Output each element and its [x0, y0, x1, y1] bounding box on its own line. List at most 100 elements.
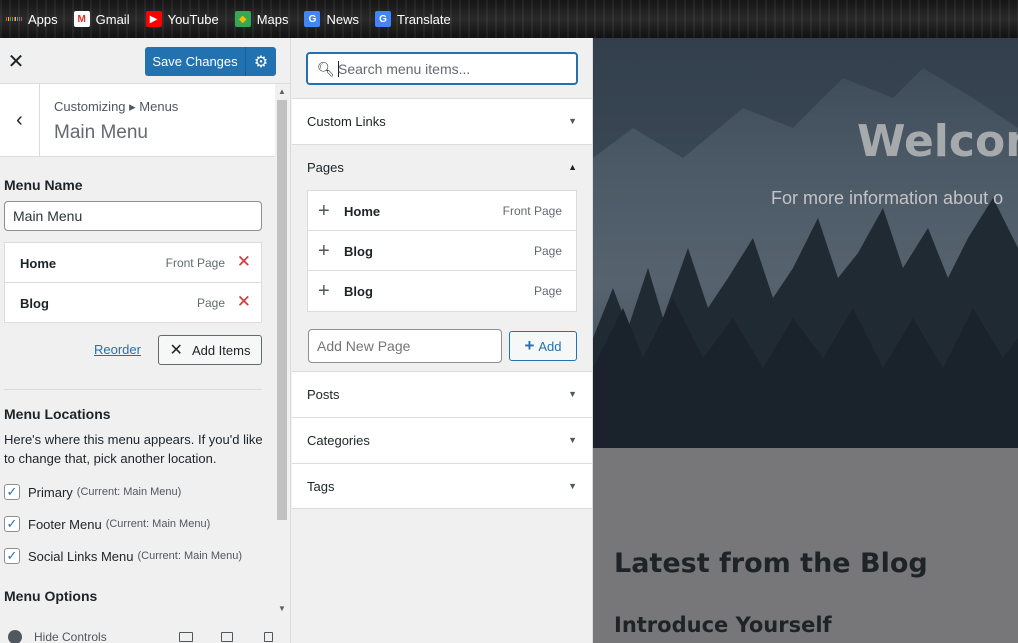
divider [4, 389, 262, 390]
accordion-tags[interactable]: Tags ▼ [292, 463, 592, 509]
bookmark-maps[interactable]: ◆ Maps [234, 11, 288, 27]
location-note: (Current: Main Menu) [137, 550, 243, 562]
page-type: Page [533, 244, 562, 258]
menu-settings-panel: ‹ Customizing ▸ Menus Main Menu Menu Nam… [0, 84, 275, 643]
menu-item-title: Blog [20, 296, 49, 311]
plus-icon: + [318, 240, 330, 262]
chevron-left-icon: ‹ [16, 109, 23, 131]
page-title: Home [344, 204, 381, 219]
maps-icon: ◆ [234, 11, 251, 27]
reorder-link[interactable]: Reorder [94, 342, 141, 357]
location-note: (Current: Main Menu) [105, 518, 211, 530]
location-note: (Current: Main Menu) [76, 486, 182, 498]
page-item-blog-2[interactable]: + Blog Page [308, 271, 576, 311]
customizer-sidebar: ✕ Save Changes ⚙ ‹ Customizing ▸ Menus M… [0, 38, 291, 643]
tablet-preview-icon[interactable] [221, 632, 233, 642]
page-item-blog[interactable]: + Blog Page [308, 231, 576, 271]
gmail-icon: M [73, 11, 90, 27]
plus-icon: + [318, 200, 330, 222]
sidebar-scrollbar[interactable]: ▲ ▼ [275, 84, 290, 617]
bookmark-apps[interactable]: Apps [6, 11, 58, 27]
hide-controls-button[interactable]: Hide Controls [8, 630, 107, 643]
forest-mountain-image [593, 38, 1018, 448]
accordion-posts[interactable]: Posts ▼ [292, 371, 592, 417]
remove-icon[interactable]: ✕ [237, 292, 251, 312]
page-title: Blog [344, 284, 373, 299]
chevron-down-icon: ▼ [568, 389, 577, 399]
add-items-button[interactable]: ✕ Add Items [158, 335, 262, 365]
location-label: Social Links Menu [28, 548, 134, 564]
add-new-page-input[interactable] [308, 329, 502, 363]
publish-settings-button[interactable]: ⚙ [245, 47, 276, 76]
page-item-home[interactable]: + Home Front Page [308, 191, 576, 231]
section-title: Main Menu [54, 122, 148, 143]
bookmark-label: YouTube [167, 11, 219, 27]
section-header: ‹ Customizing ▸ Menus Main Menu [0, 84, 275, 157]
scroll-down-icon[interactable]: ▼ [278, 604, 286, 613]
scrollbar-thumb[interactable] [277, 100, 287, 520]
close-customizer-button[interactable]: ✕ [0, 38, 32, 84]
chevron-down-icon: ▼ [568, 481, 577, 491]
search-input[interactable]: Search menu items... [338, 61, 470, 77]
youtube-icon: ▶ [145, 11, 162, 27]
save-changes-button[interactable]: Save Changes [145, 47, 245, 76]
desktop-preview-icon[interactable] [179, 632, 193, 642]
accordion-categories[interactable]: Categories ▼ [292, 417, 592, 463]
customizer-footer: Hide Controls [0, 626, 290, 643]
search-menu-items[interactable]: 🔍︎ Search menu items... [306, 52, 578, 85]
scroll-up-icon[interactable]: ▲ [278, 87, 286, 96]
menu-item-type: Page [196, 296, 225, 310]
bookmark-label: News [326, 11, 359, 27]
menu-item-type: Front Page [165, 256, 225, 270]
gear-icon: ⚙ [253, 53, 269, 71]
menu-locations-description: Here's where this menu appears. If you'd… [4, 432, 263, 466]
menu-options-label: Menu Options [4, 588, 98, 604]
post-title[interactable]: Introduce Yourself [614, 613, 832, 637]
bookmarks-bar: Apps M Gmail ▶ YouTube ◆ Maps G News G T… [0, 0, 1018, 38]
hide-controls-label: Hide Controls [34, 630, 107, 643]
remove-icon[interactable]: ✕ [237, 252, 251, 272]
location-primary[interactable]: ✓ Primary (Current: Main Menu) [4, 484, 181, 500]
menu-name-input[interactable] [4, 201, 262, 231]
add-label: Add [538, 338, 562, 354]
accordion-custom-links[interactable]: Custom Links ▼ [292, 98, 592, 144]
bookmark-news[interactable]: G News [304, 11, 359, 27]
welcome-heading: Welcome [857, 116, 1018, 167]
accordion-title: Categories [307, 433, 370, 448]
add-page-button[interactable]: + Add [509, 331, 577, 361]
menu-locations-label: Menu Locations [4, 406, 111, 422]
hero-image: Welcome For more information about o [593, 38, 1018, 448]
page-type: Page [533, 284, 562, 298]
menu-item-home[interactable]: Home Front Page ✕ [4, 242, 262, 283]
chevron-down-icon: ▼ [568, 116, 577, 126]
bookmark-label: Translate [397, 11, 451, 27]
translate-icon: G [375, 11, 391, 27]
back-button[interactable]: ‹ [0, 84, 40, 157]
mobile-preview-icon[interactable] [264, 632, 273, 642]
menu-name-label: Menu Name [4, 177, 83, 193]
location-social[interactable]: ✓ Social Links Menu (Current: Main Menu) [4, 548, 242, 564]
accordion-title: Posts [307, 387, 340, 402]
site-preview[interactable]: Welcome For more information about o Lat… [593, 38, 1018, 643]
bookmark-translate[interactable]: G Translate [375, 11, 451, 27]
latest-heading: Latest from the Blog [614, 548, 928, 579]
bookmark-gmail[interactable]: M Gmail [73, 11, 130, 27]
bookmark-label: Gmail [95, 11, 130, 27]
welcome-subline: For more information about o [771, 188, 1004, 208]
close-icon: ✕ [169, 342, 183, 359]
customizer-header: ✕ Save Changes ⚙ [0, 38, 290, 84]
menu-item-blog[interactable]: Blog Page ✕ [4, 282, 262, 323]
plus-icon: + [318, 280, 330, 302]
plus-icon: + [524, 336, 535, 355]
checkbox-checked-icon[interactable]: ✓ [4, 484, 20, 500]
location-label: Primary [28, 484, 73, 500]
location-label: Footer Menu [28, 516, 102, 532]
location-footer[interactable]: ✓ Footer Menu (Current: Main Menu) [4, 516, 210, 532]
checkbox-checked-icon[interactable]: ✓ [4, 516, 20, 532]
bookmark-youtube[interactable]: ▶ YouTube [145, 11, 219, 27]
bookmark-label: Apps [28, 11, 58, 27]
add-items-label: Add Items [191, 342, 251, 358]
chevron-up-icon: ▲ [568, 162, 577, 172]
checkbox-checked-icon[interactable]: ✓ [4, 548, 20, 564]
apps-grid-icon [6, 11, 23, 27]
